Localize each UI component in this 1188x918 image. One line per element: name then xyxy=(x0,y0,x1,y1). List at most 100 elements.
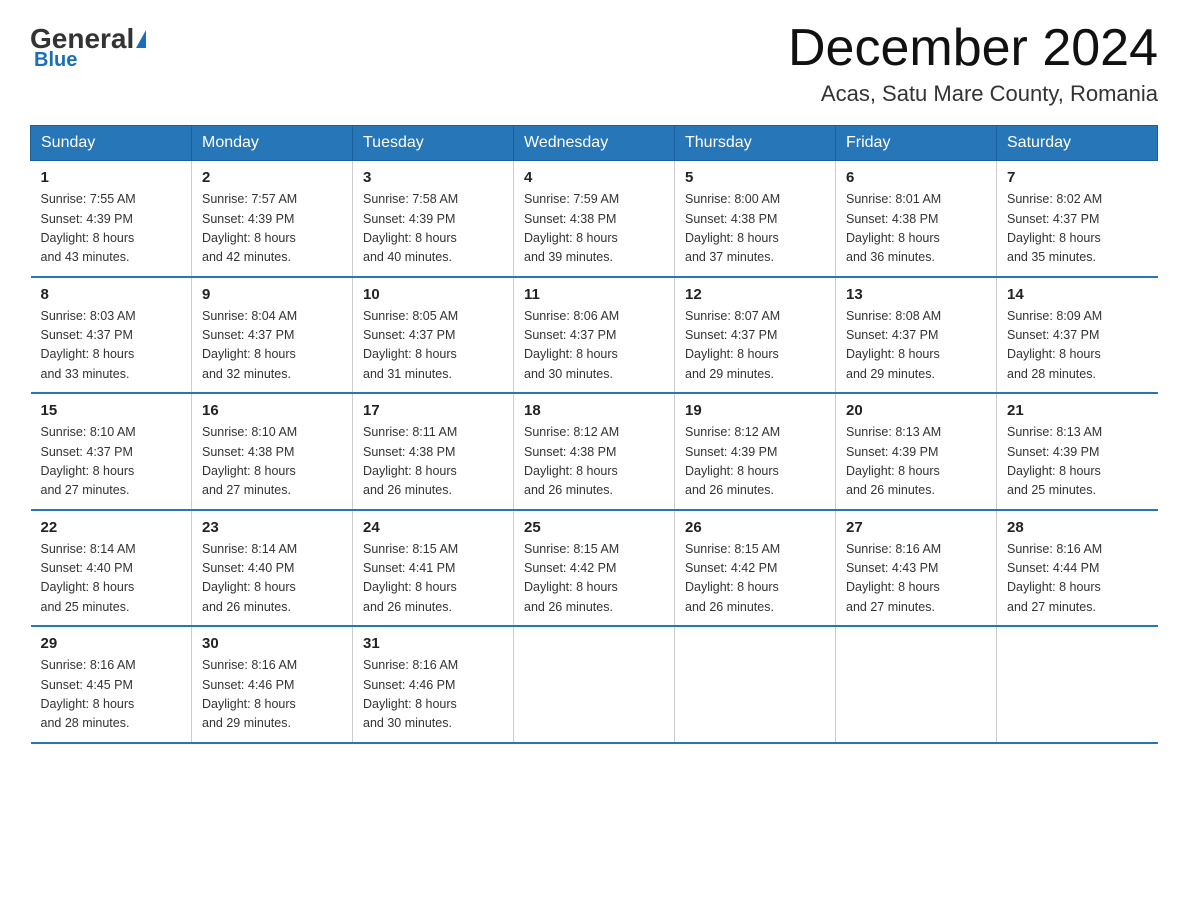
day-number: 24 xyxy=(363,519,503,536)
table-row: 5 Sunrise: 8:00 AMSunset: 4:38 PMDaylight… xyxy=(675,161,836,277)
table-row: 2Sunrise: 7:57 AMSunset: 4:39 PMDaylight… xyxy=(192,161,353,277)
day-info: Sunrise: 8:11 AMSunset: 4:38 PMDaylight:… xyxy=(363,423,503,501)
calendar-table: Sunday Monday Tuesday Wednesday Thursday… xyxy=(30,125,1158,744)
calendar-week-row: 29Sunrise: 8:16 AMSunset: 4:45 PMDayligh… xyxy=(31,626,1158,743)
day-number: 26 xyxy=(685,519,825,536)
table-row xyxy=(514,626,675,743)
day-info: Sunrise: 8:08 AMSunset: 4:37 PMDaylight:… xyxy=(846,307,986,385)
col-tuesday: Tuesday xyxy=(353,126,514,161)
logo: General Blue xyxy=(30,20,148,72)
table-row: 20Sunrise: 8:13 AMSunset: 4:39 PMDayligh… xyxy=(836,393,997,510)
day-info: Sunrise: 8:00 AMSunset: 4:38 PMDaylight:… xyxy=(685,190,825,268)
logo-blue-text: Blue xyxy=(34,49,77,71)
table-row: 1 Sunrise: 7:55 AMSunset: 4:39 PMDaylight… xyxy=(31,161,192,277)
table-row: 12 Sunrise: 8:07 AMSunset: 4:37 PMDayligh… xyxy=(675,277,836,394)
table-row: 30Sunrise: 8:16 AMSunset: 4:46 PMDayligh… xyxy=(192,626,353,743)
day-number: 23 xyxy=(202,519,342,536)
day-info: Sunrise: 8:10 AMSunset: 4:37 PMDaylight:… xyxy=(41,423,182,501)
table-row xyxy=(675,626,836,743)
day-info: Sunrise: 8:12 AMSunset: 4:38 PMDaylight:… xyxy=(524,423,664,501)
day-info: Sunrise: 8:14 AMSunset: 4:40 PMDaylight:… xyxy=(41,540,182,618)
day-number: 8 xyxy=(41,286,182,303)
day-number: 18 xyxy=(524,402,664,419)
table-row: 10 Sunrise: 8:05 AMSunset: 4:37 PMDayligh… xyxy=(353,277,514,394)
col-monday: Monday xyxy=(192,126,353,161)
col-sunday: Sunday xyxy=(31,126,192,161)
day-number: 22 xyxy=(41,519,182,536)
table-row: 25 Sunrise: 8:15 AMSunset: 4:42 PMDayligh… xyxy=(514,510,675,627)
day-number: 7 xyxy=(1007,169,1148,186)
table-row: 14 Sunrise: 8:09 AMSunset: 4:37 PMDayligh… xyxy=(997,277,1158,394)
logo-triangle-icon xyxy=(136,30,146,48)
day-info: Sunrise: 8:12 AMSunset: 4:39 PMDaylight:… xyxy=(685,423,825,501)
day-number: 13 xyxy=(846,286,986,303)
day-info: Sunrise: 8:02 AMSunset: 4:37 PMDaylight:… xyxy=(1007,190,1148,268)
table-row: 3 Sunrise: 7:58 AMSunset: 4:39 PMDaylight… xyxy=(353,161,514,277)
day-number: 12 xyxy=(685,286,825,303)
calendar-week-row: 1 Sunrise: 7:55 AMSunset: 4:39 PMDaylight… xyxy=(31,161,1158,277)
col-wednesday: Wednesday xyxy=(514,126,675,161)
table-row: 26Sunrise: 8:15 AMSunset: 4:42 PMDayligh… xyxy=(675,510,836,627)
title-block: December 2024 Acas, Satu Mare County, Ro… xyxy=(788,20,1158,107)
day-number: 29 xyxy=(41,635,182,652)
col-thursday: Thursday xyxy=(675,126,836,161)
day-number: 9 xyxy=(202,286,342,303)
day-number: 28 xyxy=(1007,519,1148,536)
day-info: Sunrise: 8:13 AMSunset: 4:39 PMDaylight:… xyxy=(1007,423,1148,501)
calendar-week-row: 15 Sunrise: 8:10 AMSunset: 4:37 PMDayligh… xyxy=(31,393,1158,510)
day-number: 6 xyxy=(846,169,986,186)
table-row: 4Sunrise: 7:59 AMSunset: 4:38 PMDaylight… xyxy=(514,161,675,277)
table-row: 6 Sunrise: 8:01 AMSunset: 4:38 PMDaylight… xyxy=(836,161,997,277)
day-number: 10 xyxy=(363,286,503,303)
calendar-week-row: 8 Sunrise: 8:03 AMSunset: 4:37 PMDaylight… xyxy=(31,277,1158,394)
day-info: Sunrise: 8:07 AMSunset: 4:37 PMDaylight:… xyxy=(685,307,825,385)
day-info: Sunrise: 8:16 AMSunset: 4:44 PMDaylight:… xyxy=(1007,540,1148,618)
table-row: 24Sunrise: 8:15 AMSunset: 4:41 PMDayligh… xyxy=(353,510,514,627)
day-info: Sunrise: 8:09 AMSunset: 4:37 PMDaylight:… xyxy=(1007,307,1148,385)
day-info: Sunrise: 8:06 AMSunset: 4:37 PMDaylight:… xyxy=(524,307,664,385)
day-number: 17 xyxy=(363,402,503,419)
table-row: 18 Sunrise: 8:12 AMSunset: 4:38 PMDayligh… xyxy=(514,393,675,510)
day-number: 19 xyxy=(685,402,825,419)
table-row: 15 Sunrise: 8:10 AMSunset: 4:37 PMDayligh… xyxy=(31,393,192,510)
table-row: 16Sunrise: 8:10 AMSunset: 4:38 PMDayligh… xyxy=(192,393,353,510)
day-info: Sunrise: 8:14 AMSunset: 4:40 PMDaylight:… xyxy=(202,540,342,618)
table-row: 23 Sunrise: 8:14 AMSunset: 4:40 PMDayligh… xyxy=(192,510,353,627)
table-row: 17 Sunrise: 8:11 AMSunset: 4:38 PMDayligh… xyxy=(353,393,514,510)
day-number: 4 xyxy=(524,169,664,186)
col-friday: Friday xyxy=(836,126,997,161)
day-number: 1 xyxy=(41,169,182,186)
day-info: Sunrise: 8:10 AMSunset: 4:38 PMDaylight:… xyxy=(202,423,342,501)
day-info: Sunrise: 7:55 AMSunset: 4:39 PMDaylight:… xyxy=(41,190,182,268)
page-header: General Blue December 2024 Acas, Satu Ma… xyxy=(30,20,1158,107)
table-row xyxy=(997,626,1158,743)
calendar-header: Sunday Monday Tuesday Wednesday Thursday… xyxy=(31,126,1158,161)
day-info: Sunrise: 8:15 AMSunset: 4:42 PMDaylight:… xyxy=(524,540,664,618)
calendar-week-row: 22 Sunrise: 8:14 AMSunset: 4:40 PMDayligh… xyxy=(31,510,1158,627)
day-number: 2 xyxy=(202,169,342,186)
day-number: 14 xyxy=(1007,286,1148,303)
table-row: 31Sunrise: 8:16 AMSunset: 4:46 PMDayligh… xyxy=(353,626,514,743)
table-row: 8 Sunrise: 8:03 AMSunset: 4:37 PMDaylight… xyxy=(31,277,192,394)
table-row: 13 Sunrise: 8:08 AMSunset: 4:37 PMDayligh… xyxy=(836,277,997,394)
table-row: 9Sunrise: 8:04 AMSunset: 4:37 PMDaylight… xyxy=(192,277,353,394)
day-info: Sunrise: 8:16 AMSunset: 4:46 PMDaylight:… xyxy=(202,656,342,734)
day-info: Sunrise: 8:01 AMSunset: 4:38 PMDaylight:… xyxy=(846,190,986,268)
table-row: 29Sunrise: 8:16 AMSunset: 4:45 PMDayligh… xyxy=(31,626,192,743)
day-number: 20 xyxy=(846,402,986,419)
day-info: Sunrise: 8:05 AMSunset: 4:37 PMDaylight:… xyxy=(363,307,503,385)
day-number: 15 xyxy=(41,402,182,419)
month-title: December 2024 xyxy=(788,20,1158,77)
day-info: Sunrise: 8:16 AMSunset: 4:46 PMDaylight:… xyxy=(363,656,503,734)
col-saturday: Saturday xyxy=(997,126,1158,161)
table-row: 28 Sunrise: 8:16 AMSunset: 4:44 PMDayligh… xyxy=(997,510,1158,627)
header-row: Sunday Monday Tuesday Wednesday Thursday… xyxy=(31,126,1158,161)
location-title: Acas, Satu Mare County, Romania xyxy=(788,81,1158,107)
day-number: 25 xyxy=(524,519,664,536)
day-number: 5 xyxy=(685,169,825,186)
day-info: Sunrise: 8:03 AMSunset: 4:37 PMDaylight:… xyxy=(41,307,182,385)
table-row: 22 Sunrise: 8:14 AMSunset: 4:40 PMDayligh… xyxy=(31,510,192,627)
day-info: Sunrise: 7:58 AMSunset: 4:39 PMDaylight:… xyxy=(363,190,503,268)
day-number: 3 xyxy=(363,169,503,186)
table-row: 27Sunrise: 8:16 AMSunset: 4:43 PMDayligh… xyxy=(836,510,997,627)
